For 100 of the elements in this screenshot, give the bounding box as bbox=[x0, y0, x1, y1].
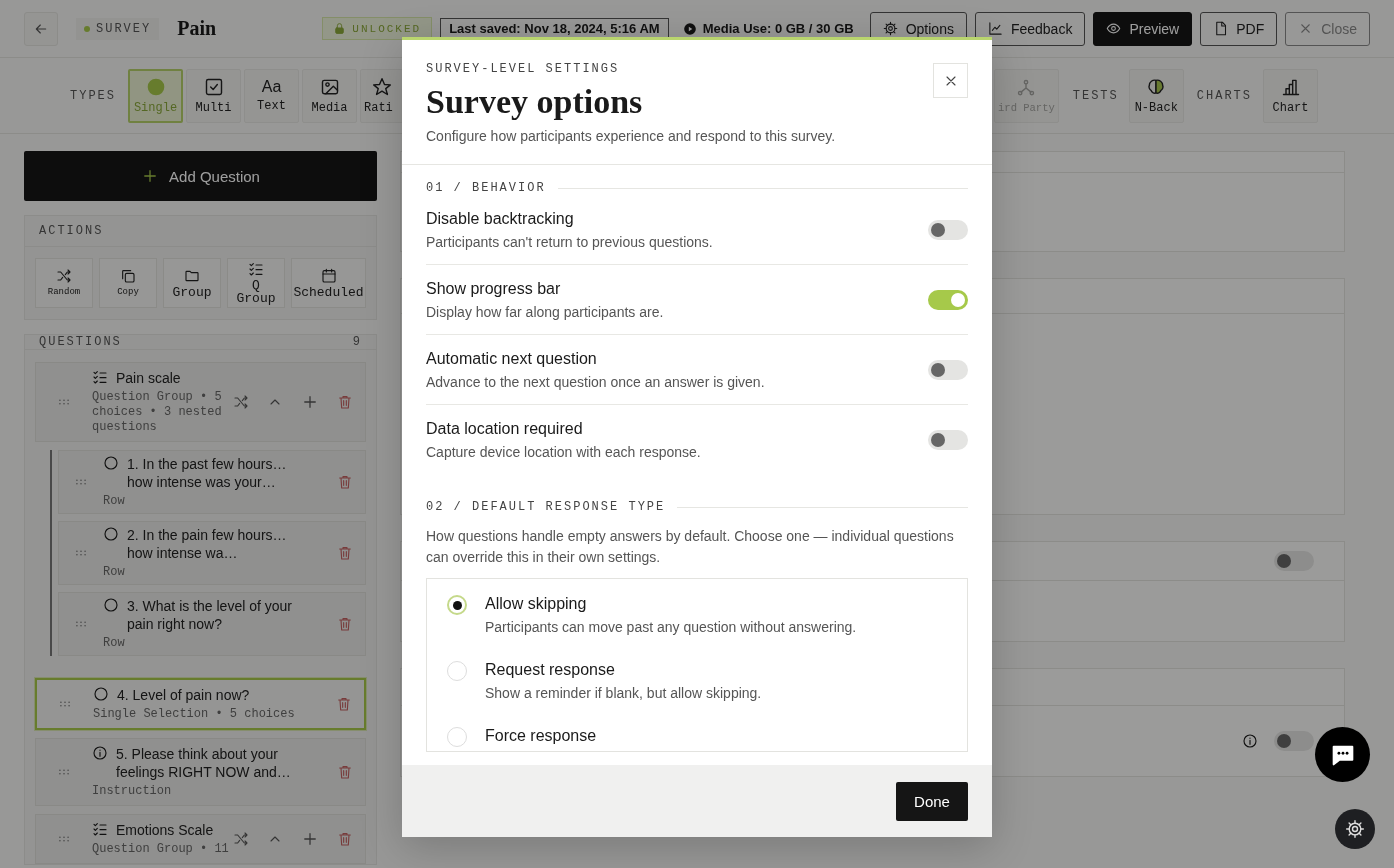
plus-icon bbox=[301, 830, 319, 848]
question-type-tile[interactable]: Chart bbox=[1263, 68, 1318, 123]
setting-title: Data location required bbox=[426, 420, 584, 438]
action-button[interactable]: Group bbox=[163, 258, 221, 308]
add-question-button[interactable]: Add Question bbox=[24, 151, 377, 201]
chat-button[interactable] bbox=[1315, 727, 1370, 782]
dialog-eyebrow: SURVEY-LEVEL SETTINGS bbox=[426, 62, 621, 76]
circle-icon bbox=[93, 686, 109, 702]
toggle-switch[interactable] bbox=[928, 360, 968, 380]
trash-icon bbox=[337, 616, 353, 632]
network-icon bbox=[1016, 77, 1037, 98]
toggle-switch[interactable] bbox=[928, 290, 968, 310]
question-title: 3. What is the level of your pain right now? bbox=[127, 597, 293, 633]
star-icon bbox=[372, 76, 392, 97]
survey-title: Pain bbox=[177, 17, 217, 40]
plus-icon bbox=[301, 393, 319, 411]
trash-icon bbox=[337, 474, 353, 490]
question-item[interactable]: 2. In the pain few hours… how intense wa… Row bbox=[58, 521, 366, 585]
feedback-button[interactable]: Feedback bbox=[974, 11, 1086, 46]
question-meta: Instruction bbox=[92, 784, 173, 799]
checklist-icon bbox=[92, 821, 108, 837]
option-title: Request response bbox=[485, 661, 616, 679]
setting-title: Automatic next question bbox=[426, 350, 598, 368]
question-item[interactable]: Pain scale Question Group • 5 choices • 3 nested questions bbox=[35, 362, 366, 442]
unlocked-badge: UNLOCKED bbox=[322, 17, 433, 40]
question-item[interactable]: 3. What is the level of your pain right now? Row bbox=[58, 592, 366, 656]
question-type-tile[interactable]: Multi bbox=[186, 68, 241, 123]
circle-icon bbox=[103, 455, 119, 471]
settings-icon bbox=[1345, 819, 1365, 839]
types-label: TYPES bbox=[70, 88, 116, 103]
toggle-switch[interactable] bbox=[1274, 551, 1314, 571]
trash-icon bbox=[337, 831, 353, 847]
media-use-label: Media Use: 0 GB / 30 GB bbox=[702, 21, 854, 36]
section-description: How questions handle empty answers by default. Choose one — individual questions can override this in their own settings. bbox=[426, 527, 955, 567]
question-title: Pain scale bbox=[116, 369, 181, 387]
toggle-switch[interactable] bbox=[928, 430, 968, 450]
checklist-icon bbox=[248, 261, 264, 277]
question-meta: Row bbox=[103, 494, 126, 509]
radio-button[interactable] bbox=[447, 595, 467, 615]
preview-button[interactable]: Preview bbox=[1093, 11, 1193, 46]
question-meta: Single Selection • 5 choices bbox=[93, 707, 296, 722]
action-button[interactable]: Q Group bbox=[227, 258, 285, 308]
checkbox-icon bbox=[203, 76, 224, 97]
calendar-icon bbox=[320, 267, 337, 284]
action-button[interactable]: Random bbox=[35, 258, 93, 308]
document-icon bbox=[1213, 21, 1229, 36]
info-icon bbox=[1242, 733, 1258, 749]
trash-icon bbox=[337, 764, 353, 780]
option-title: Allow skipping bbox=[485, 595, 588, 613]
copy-icon bbox=[120, 267, 136, 284]
trash-icon bbox=[336, 696, 352, 712]
circle-icon bbox=[103, 597, 119, 613]
setting-title: Show progress bar bbox=[426, 280, 562, 298]
toggle-switch[interactable] bbox=[928, 220, 968, 240]
radio-button[interactable] bbox=[447, 661, 467, 681]
question-item[interactable]: 1. In the past few hours… how intense was your… Row bbox=[58, 450, 366, 514]
back-button[interactable] bbox=[24, 11, 58, 46]
question-item[interactable]: 4. Level of pain now? Single Selection • 5 choices bbox=[35, 678, 366, 730]
section-heading: 01 / BEHAVIOR bbox=[426, 181, 546, 195]
dialog-subtitle: Configure how participants experience and respond to this survey. bbox=[426, 128, 837, 144]
shuffle-icon bbox=[56, 267, 72, 284]
question-type-tile[interactable]: Aa Text bbox=[244, 68, 299, 123]
question-title: 2. In the pain few hours… how intense wa… bbox=[127, 526, 288, 562]
option-description: Participants can move past any question without answering. bbox=[485, 619, 857, 635]
question-type-tile[interactable]: Media bbox=[302, 68, 357, 123]
lock-icon bbox=[333, 22, 347, 35]
tests-label: TESTS bbox=[1072, 88, 1119, 103]
question-count: 9 bbox=[352, 335, 362, 349]
action-button[interactable]: Copy bbox=[99, 258, 157, 308]
question-meta: Question Group • 11 bbox=[92, 842, 230, 857]
survey-chip: SURVEY bbox=[76, 17, 160, 40]
eye-icon bbox=[1106, 21, 1122, 36]
action-button[interactable]: Scheduled bbox=[291, 258, 366, 308]
radio-button[interactable] bbox=[447, 727, 467, 747]
option-title: Force response bbox=[485, 727, 597, 745]
circle-icon bbox=[103, 526, 119, 542]
shuffle-icon bbox=[233, 394, 249, 410]
question-item[interactable]: 5. Please think about your feelings RIGHT NOW and… Instruction bbox=[35, 738, 366, 806]
question-title: 5. Please think about your feelings RIGHT NOW and… bbox=[116, 745, 292, 781]
questions-heading: QUESTIONS bbox=[39, 335, 122, 349]
settings-button[interactable] bbox=[1335, 809, 1375, 849]
setting-description: Advance to the next question once an answer is given. bbox=[426, 374, 765, 390]
settings-icon bbox=[882, 21, 898, 36]
question-meta: Question Group • 5 choices • 3 nested questions bbox=[92, 390, 223, 435]
dialog-title: Survey options bbox=[426, 82, 644, 122]
question-item[interactable]: Emotions Scale Question Group • 11 bbox=[35, 814, 366, 864]
line-chart-icon bbox=[987, 21, 1003, 36]
question-meta: Row bbox=[103, 565, 126, 580]
setting-description: Display how far along participants are. bbox=[426, 304, 664, 320]
brain-icon bbox=[1146, 76, 1167, 97]
setting-description: Participants can't return to previous questions. bbox=[426, 234, 713, 250]
toggle-switch[interactable] bbox=[1274, 731, 1314, 751]
info-icon bbox=[92, 745, 108, 761]
question-meta: Row bbox=[103, 636, 126, 651]
question-type-tile[interactable]: N-Back bbox=[1128, 68, 1184, 123]
pdf-button[interactable]: PDF bbox=[1200, 11, 1278, 46]
done-button[interactable]: Done bbox=[896, 781, 968, 821]
charts-label: CHARTS bbox=[1196, 88, 1252, 103]
question-title: 4. Level of pain now? bbox=[117, 686, 250, 704]
play-icon bbox=[682, 21, 697, 36]
